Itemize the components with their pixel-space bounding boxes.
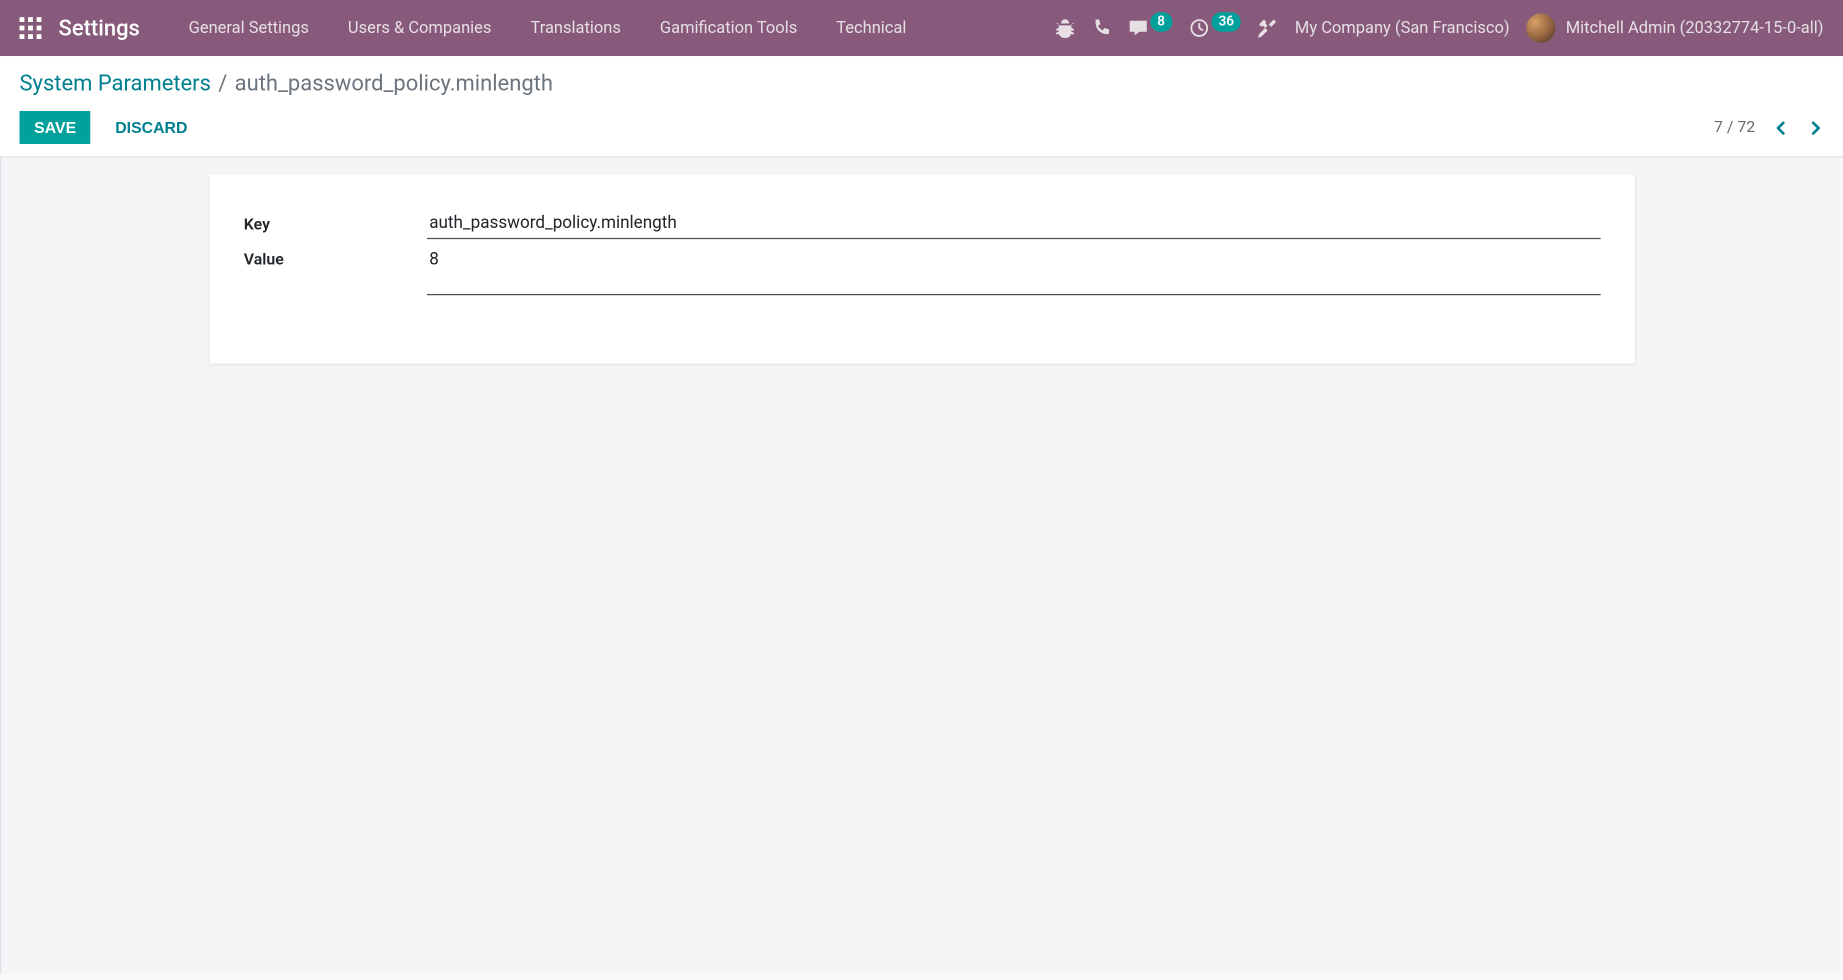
- company-switcher[interactable]: My Company (San Francisco): [1295, 18, 1510, 38]
- field-key-row: Key: [244, 209, 1601, 240]
- apps-icon[interactable]: [20, 17, 42, 39]
- save-button[interactable]: Save: [20, 111, 91, 144]
- messages-badge: 8: [1150, 12, 1172, 32]
- tools-icon[interactable]: [1258, 18, 1278, 38]
- control-panel: System Parameters / auth_password_policy…: [0, 56, 1843, 157]
- breadcrumb-separator: /: [218, 71, 227, 97]
- value-label: Value: [244, 244, 427, 270]
- value-input[interactable]: [427, 244, 1601, 295]
- main-menu: General Settings Users & Companies Trans…: [169, 0, 926, 56]
- breadcrumb-current: auth_password_policy.minlength: [235, 71, 553, 97]
- user-menu[interactable]: Mitchell Admin (20332774-15-0-all): [1527, 13, 1824, 42]
- topnav-right: 8 36 My Company (San Francisco) Mitchell…: [1055, 13, 1824, 42]
- breadcrumb: System Parameters / auth_password_policy…: [20, 71, 1824, 97]
- form-sheet: Key Value: [210, 174, 1635, 363]
- control-panel-row: Save Discard 7 / 72: [20, 111, 1824, 144]
- content-area: Key Value: [0, 157, 1843, 974]
- clock-icon[interactable]: 36: [1189, 18, 1241, 38]
- menu-translations[interactable]: Translations: [511, 0, 640, 56]
- field-value-row: Value: [244, 244, 1601, 300]
- pager-prev[interactable]: [1772, 119, 1789, 136]
- top-navbar: Settings General Settings Users & Compan…: [0, 0, 1843, 56]
- pager: 7 / 72: [1714, 118, 1823, 136]
- activities-badge: 36: [1211, 12, 1241, 32]
- breadcrumb-parent[interactable]: System Parameters: [20, 71, 211, 97]
- messages-icon[interactable]: 8: [1128, 18, 1172, 38]
- avatar: [1527, 13, 1556, 42]
- bug-icon[interactable]: [1055, 18, 1075, 38]
- menu-general-settings[interactable]: General Settings: [169, 0, 328, 56]
- key-input[interactable]: [427, 209, 1601, 240]
- pager-text[interactable]: 7 / 72: [1714, 118, 1755, 136]
- key-label: Key: [244, 209, 427, 235]
- pager-next[interactable]: [1806, 119, 1823, 136]
- app-title[interactable]: Settings: [59, 15, 140, 41]
- menu-technical[interactable]: Technical: [817, 0, 926, 56]
- phone-icon[interactable]: [1091, 18, 1111, 38]
- discard-button[interactable]: Discard: [101, 111, 203, 144]
- menu-users-companies[interactable]: Users & Companies: [328, 0, 511, 56]
- user-name: Mitchell Admin (20332774-15-0-all): [1566, 18, 1824, 38]
- menu-gamification[interactable]: Gamification Tools: [640, 0, 816, 56]
